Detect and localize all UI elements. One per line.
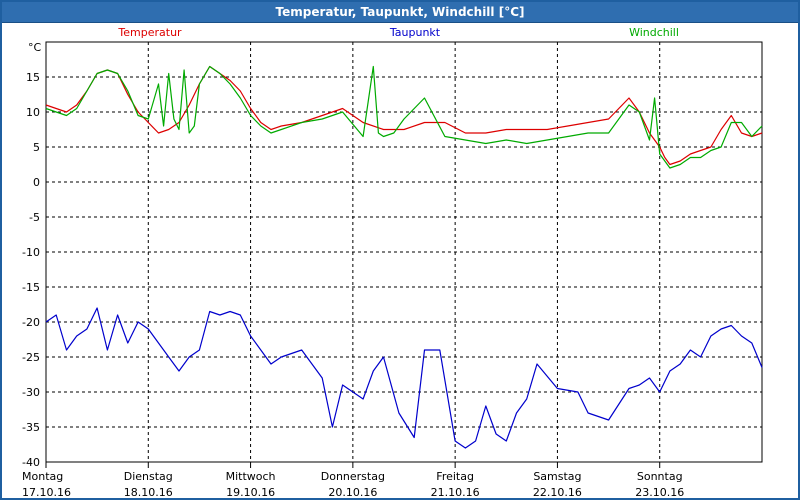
legend-entry-taupunkt: Taupunkt: [389, 26, 441, 39]
x-tick-date-label: 23.10.16: [635, 486, 684, 498]
x-tick-date-label: 18.10.16: [124, 486, 173, 498]
y-tick-label: 0: [33, 176, 40, 189]
x-tick-date-label: 19.10.16: [226, 486, 275, 498]
y-tick-label: 5: [33, 141, 40, 154]
y-tick-label: 15: [26, 71, 40, 84]
x-tick-day-label: Freitag: [436, 470, 474, 483]
x-tick-day-label: Montag: [22, 470, 63, 483]
x-tick-day-label: Donnerstag: [321, 470, 385, 483]
legend-entry-temperatur: Temperatur: [117, 26, 182, 39]
x-tick-day-label: Sonntag: [637, 470, 683, 483]
y-tick-label: -15: [22, 281, 40, 294]
chart-canvas: 15 10 5 0 -5 -10 -15 -20 -25 -30 -35 -40 °C Montag 17.…: [22, 26, 763, 498]
y-tick-label: -40: [22, 456, 40, 469]
legend-entry-windchill: Windchill: [629, 26, 679, 39]
x-tick-day-label: Samstag: [533, 470, 581, 483]
x-tick-date-label: 21.10.16: [431, 486, 480, 498]
x-tick-date-label: 22.10.16: [533, 486, 582, 498]
y-tick-label: -10: [22, 246, 40, 259]
y-tick-label: -35: [22, 421, 40, 434]
x-tick-day-label: Dienstag: [124, 470, 173, 483]
y-tick-label: 10: [26, 106, 40, 119]
x-tick-date-label: 17.10.16: [22, 486, 71, 498]
y-axis-label: °C: [28, 41, 42, 54]
y-tick-label: -5: [29, 211, 40, 224]
y-tick-label: -25: [22, 351, 40, 364]
y-tick-label: -30: [22, 386, 40, 399]
x-tick-day-label: Mittwoch: [226, 470, 276, 483]
y-tick-label: -20: [22, 316, 40, 329]
x-tick-date-label: 20.10.16: [328, 486, 377, 498]
chart-window: Temperatur, Taupunkt, Windchill [°C] 15 1…: [0, 0, 800, 500]
